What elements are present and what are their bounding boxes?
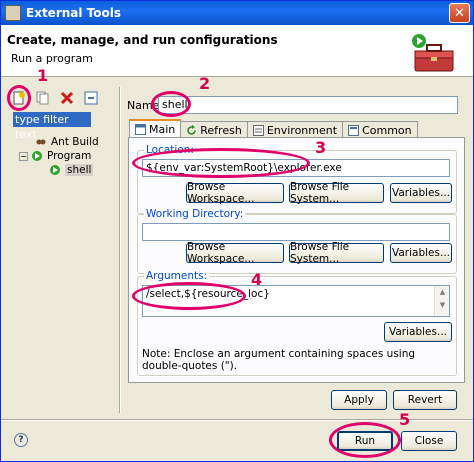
arguments-title: Arguments: <box>144 270 210 282</box>
callout-number: 5 <box>399 410 411 429</box>
collapse-icon <box>84 91 98 105</box>
app-icon <box>5 5 21 21</box>
tree-item-label: Ant Build <box>51 136 99 148</box>
callout-ring <box>151 91 191 117</box>
browse-workspace-button[interactable]: Browse Workspace... <box>186 181 284 205</box>
program-icon <box>50 165 60 175</box>
callout-ring <box>132 148 310 178</box>
working-directory-input[interactable] <box>142 223 450 241</box>
toolbox-icon <box>412 34 454 72</box>
arguments-variables-button[interactable]: Variables... <box>384 322 452 342</box>
working-directory-group: Working Directory: Browse Workspace... B… <box>137 208 457 274</box>
tab-label: Refresh <box>200 123 242 137</box>
arguments-note: Note: Enclose an argument containing spa… <box>142 348 416 372</box>
duplicate-icon <box>36 91 49 105</box>
window-close-button[interactable]: ✕ <box>449 3 470 23</box>
title-bar[interactable]: External Tools ✕ <box>1 1 473 25</box>
main-tab-icon <box>135 124 146 135</box>
tree-item-shell[interactable]: shell <box>49 163 99 177</box>
close-button[interactable]: Close <box>401 431 457 451</box>
callout-number: 3 <box>315 138 327 157</box>
working-directory-variables-button[interactable]: Variables... <box>390 243 452 263</box>
tree-item-program[interactable]: − Program <box>19 149 99 163</box>
program-icon <box>32 151 42 161</box>
tab-label: Main <box>149 123 176 136</box>
callout-ring <box>132 282 246 310</box>
window-title: External Tools <box>26 6 121 20</box>
callout-number: 2 <box>199 74 211 93</box>
header-banner: Create, manage, and run configurations R… <box>1 25 473 77</box>
tree-item-label: shell <box>65 164 94 176</box>
callout-ring <box>329 422 401 458</box>
collapse-all-button[interactable] <box>81 89 101 107</box>
revert-button[interactable]: Revert <box>393 390 457 410</box>
location-variables-button[interactable]: Variables... <box>390 183 452 203</box>
tree-item-label: Program <box>47 150 92 162</box>
tab-label: Common <box>362 123 412 137</box>
common-icon <box>348 124 360 136</box>
external-tools-dialog: External Tools ✕ Create, manage, and run… <box>0 0 474 462</box>
tab-refresh[interactable]: Refresh <box>180 121 248 138</box>
browse-file-system-button[interactable]: Browse File System... <box>289 181 384 205</box>
callout-number: 1 <box>37 66 49 85</box>
help-icon[interactable]: ? <box>14 433 28 447</box>
browse-workspace-button[interactable]: Browse Workspace... <box>186 241 284 265</box>
arguments-scrollbar[interactable]: ▲ ▼ <box>434 286 449 316</box>
browse-file-system-button[interactable]: Browse File System... <box>289 241 384 265</box>
callout-ring <box>7 85 31 111</box>
config-tree: Ant Build − Program shell <box>15 135 99 177</box>
working-directory-title: Working Directory: <box>144 208 246 220</box>
duplicate-button[interactable] <box>33 89 53 107</box>
config-tabs: Main Refresh Environment Common <box>129 119 418 138</box>
collapse-toggle-icon[interactable]: − <box>19 151 28 161</box>
tree-item-ant-build[interactable]: Ant Build <box>35 135 99 149</box>
tab-main[interactable]: Main <box>129 119 182 138</box>
ant-icon <box>36 139 46 145</box>
name-input[interactable]: shell <box>158 96 458 114</box>
environment-icon <box>252 124 264 136</box>
delete-button[interactable] <box>57 89 77 107</box>
apply-button[interactable]: Apply <box>331 390 387 410</box>
scroll-up-icon[interactable]: ▲ <box>435 286 450 299</box>
tab-label: Environment <box>266 123 338 137</box>
sash-divider[interactable] <box>119 87 121 413</box>
tab-environment[interactable]: Environment <box>246 121 344 138</box>
banner-heading: Create, manage, and run configurations <box>7 33 278 47</box>
banner-subheading: Run a program <box>11 52 93 65</box>
callout-number: 4 <box>251 270 263 289</box>
tab-common[interactable]: Common <box>342 121 418 138</box>
delete-icon <box>60 91 74 105</box>
refresh-icon <box>187 124 197 135</box>
filter-input[interactable]: type filter text <box>13 112 91 141</box>
scroll-down-icon[interactable]: ▼ <box>435 299 450 312</box>
